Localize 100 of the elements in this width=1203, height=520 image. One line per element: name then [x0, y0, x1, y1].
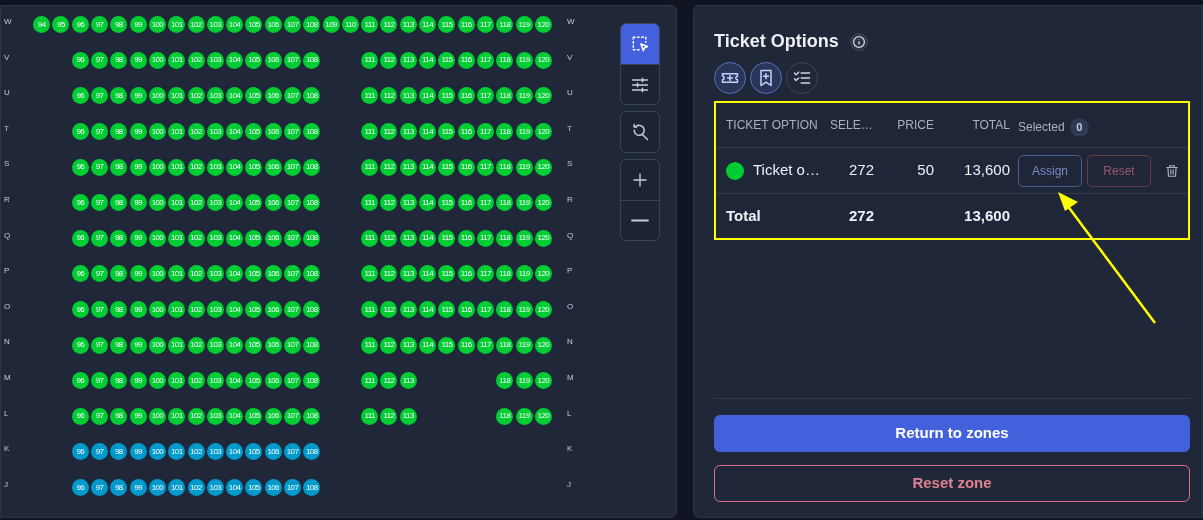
- seat[interactable]: 114: [419, 16, 437, 34]
- seat[interactable]: 100: [148, 443, 166, 461]
- seat[interactable]: 111: [361, 407, 379, 425]
- seat[interactable]: 115: [438, 301, 456, 319]
- seat[interactable]: 106: [264, 407, 282, 425]
- seat[interactable]: 97: [91, 407, 109, 425]
- seat[interactable]: 100: [148, 229, 166, 247]
- seat[interactable]: 98: [110, 301, 128, 319]
- seat[interactable]: 112: [380, 194, 398, 212]
- seat[interactable]: 96: [71, 443, 89, 461]
- seat[interactable]: 100: [148, 479, 166, 496]
- seat[interactable]: 97: [91, 87, 109, 105]
- seat[interactable]: 104: [226, 443, 244, 461]
- seat[interactable]: 106: [264, 372, 282, 390]
- seat[interactable]: 103: [206, 265, 224, 283]
- seat[interactable]: 112: [380, 51, 398, 69]
- seat[interactable]: 97: [91, 372, 109, 390]
- seat[interactable]: 110: [341, 16, 359, 34]
- seat[interactable]: 116: [457, 123, 475, 141]
- return-button[interactable]: Return to zones: [714, 415, 1190, 452]
- seat[interactable]: 96: [71, 229, 89, 247]
- seat[interactable]: 99: [129, 229, 147, 247]
- seat[interactable]: 101: [168, 123, 186, 141]
- seat[interactable]: 108: [303, 16, 321, 34]
- seat[interactable]: 100: [148, 265, 166, 283]
- seat[interactable]: 120: [534, 407, 552, 425]
- view-toggle-button[interactable]: [750, 62, 782, 94]
- seat[interactable]: 114: [419, 87, 437, 105]
- seat[interactable]: 113: [399, 123, 417, 141]
- seat[interactable]: 107: [284, 87, 301, 105]
- seat[interactable]: 107: [284, 336, 301, 354]
- seat[interactable]: 103: [206, 51, 224, 69]
- seat[interactable]: 118: [496, 158, 514, 176]
- seat[interactable]: 101: [168, 479, 186, 496]
- seat[interactable]: 98: [110, 407, 128, 425]
- seat[interactable]: 102: [187, 301, 205, 319]
- seat[interactable]: 119: [515, 265, 533, 283]
- seat[interactable]: 114: [419, 301, 437, 319]
- seat[interactable]: 100: [148, 194, 166, 212]
- seat[interactable]: 117: [476, 194, 494, 212]
- seat[interactable]: 101: [168, 372, 186, 390]
- seat[interactable]: 96: [71, 336, 89, 354]
- seat[interactable]: 105: [245, 194, 263, 212]
- seat[interactable]: 104: [226, 301, 244, 319]
- seat[interactable]: 104: [226, 194, 244, 212]
- seat[interactable]: 104: [226, 16, 244, 34]
- seat[interactable]: 108: [303, 158, 321, 176]
- seat[interactable]: 119: [515, 51, 533, 69]
- seat[interactable]: 113: [399, 194, 417, 212]
- seat[interactable]: 103: [206, 123, 224, 141]
- seat[interactable]: 113: [399, 229, 417, 247]
- seat[interactable]: 115: [438, 123, 456, 141]
- seat[interactable]: 105: [245, 123, 263, 141]
- seat[interactable]: 106: [264, 194, 282, 212]
- seat[interactable]: 105: [245, 443, 263, 461]
- seat[interactable]: 103: [206, 372, 224, 390]
- seat[interactable]: 113: [399, 265, 417, 283]
- seat[interactable]: 100: [148, 372, 166, 390]
- seat[interactable]: 103: [206, 479, 224, 496]
- seat[interactable]: 116: [457, 301, 475, 319]
- seat[interactable]: 113: [399, 158, 417, 176]
- seat[interactable]: 106: [264, 51, 282, 69]
- seat[interactable]: 116: [457, 265, 475, 283]
- seat[interactable]: 97: [91, 479, 109, 496]
- seat[interactable]: 115: [438, 87, 456, 105]
- seat[interactable]: 117: [476, 87, 494, 105]
- seat[interactable]: 104: [226, 265, 244, 283]
- seat[interactable]: 94: [33, 16, 51, 34]
- seat[interactable]: 99: [129, 158, 147, 176]
- seat[interactable]: 116: [457, 51, 475, 69]
- seat[interactable]: 114: [419, 265, 437, 283]
- seat[interactable]: 114: [419, 123, 437, 141]
- seat[interactable]: 103: [206, 16, 224, 34]
- seat[interactable]: 114: [419, 51, 437, 69]
- seat[interactable]: 118: [496, 265, 514, 283]
- seat[interactable]: 119: [515, 87, 533, 105]
- seat[interactable]: 105: [245, 479, 263, 496]
- seat[interactable]: 105: [245, 158, 263, 176]
- seat[interactable]: 96: [71, 372, 89, 390]
- assign-button[interactable]: Assign: [1018, 154, 1082, 187]
- seat[interactable]: 96: [71, 123, 89, 141]
- seat[interactable]: 102: [187, 372, 205, 390]
- seat[interactable]: 99: [129, 301, 147, 319]
- seat[interactable]: 96: [71, 87, 89, 105]
- seat[interactable]: 99: [129, 194, 147, 212]
- seat[interactable]: 117: [476, 229, 494, 247]
- seat[interactable]: 100: [148, 158, 166, 176]
- seat[interactable]: 118: [496, 229, 514, 247]
- seat[interactable]: 106: [264, 265, 282, 283]
- seat[interactable]: 97: [91, 158, 109, 176]
- seat[interactable]: 97: [91, 336, 109, 354]
- seat[interactable]: 111: [361, 158, 379, 176]
- seat[interactable]: 96: [71, 479, 89, 496]
- seat[interactable]: 108: [303, 265, 321, 283]
- seat[interactable]: 119: [515, 194, 533, 212]
- seat[interactable]: 105: [245, 372, 263, 390]
- seat[interactable]: 102: [187, 16, 205, 34]
- seat[interactable]: 115: [438, 336, 456, 354]
- seat[interactable]: 120: [534, 51, 552, 69]
- seat[interactable]: 102: [187, 229, 205, 247]
